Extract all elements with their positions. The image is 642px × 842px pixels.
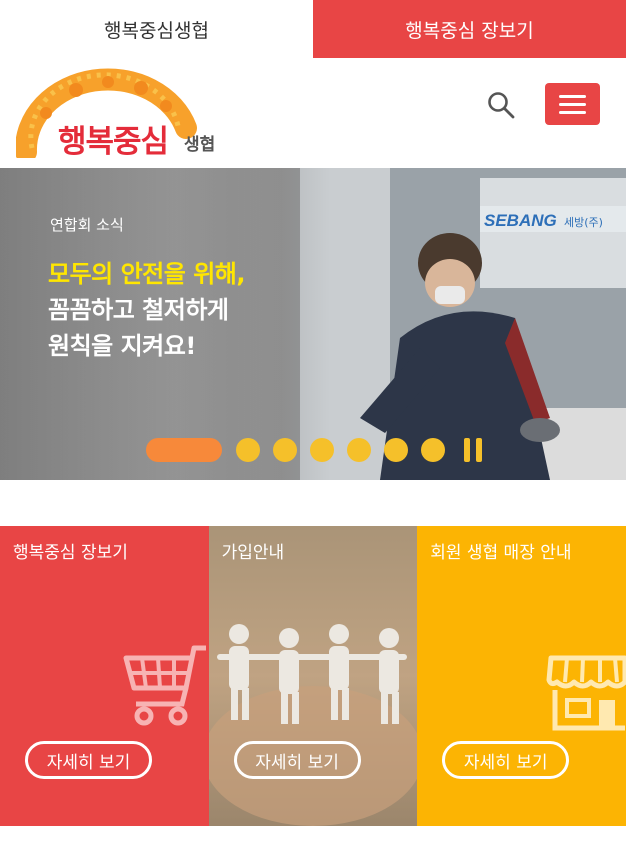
slide-dot[interactable]: [310, 438, 334, 462]
hamburger-menu-icon: [559, 95, 586, 98]
banner-worker-photo: SEBANG 세방(주): [300, 168, 626, 480]
card-shop[interactable]: 행복중심 장보기 자세히 보기: [0, 526, 209, 826]
hamburger-menu-icon: [559, 111, 586, 114]
hamburger-menu-icon: [559, 103, 586, 106]
banner-category: 연합회 소식: [50, 216, 124, 234]
paper-people-image: [208, 526, 418, 826]
slide-dot-active[interactable]: [146, 438, 222, 462]
card-join-detail-button[interactable]: 자세히 보기: [233, 741, 361, 779]
hero-banner[interactable]: SEBANG 세방(주) 연합회 소식 모두의 안전을 위해, 꼼꼼하고 철저하…: [0, 168, 626, 480]
logo-sub-text: 생협: [184, 135, 216, 155]
slide-dot[interactable]: [421, 438, 445, 462]
site-logo[interactable]: 행복중심 생협: [16, 68, 221, 160]
svg-text:세방(주): 세방(주): [564, 216, 603, 229]
slider-pagination: [146, 438, 482, 462]
slide-dot[interactable]: [384, 438, 408, 462]
svg-text:SEBANG: SEBANG: [484, 211, 557, 230]
slide-dot[interactable]: [236, 438, 260, 462]
card-stores-detail-button[interactable]: 자세히 보기: [442, 741, 570, 779]
slide-dot[interactable]: [347, 438, 371, 462]
tab-shop[interactable]: 행복중심 장보기: [313, 0, 626, 58]
banner-headline-1: 모두의 안전을 위해,: [48, 260, 245, 288]
logo-main-text: 행복중심: [58, 124, 169, 160]
shopping-cart-icon: [123, 645, 206, 726]
pause-icon[interactable]: [464, 438, 482, 462]
card-shop-detail-button[interactable]: 자세히 보기: [25, 741, 152, 779]
hamburger-menu-button[interactable]: [545, 83, 600, 125]
card-stores[interactable]: 회원 생협 매장 안내 자세히 보기: [417, 526, 626, 826]
banner-headline-3: 원칙을 지켜요!: [48, 332, 196, 360]
quick-link-cards: 행복중심 장보기 자세히 보기 가입안내 자세히 보기 회원 생협 매장 안내 …: [0, 526, 626, 826]
slide-dot[interactable]: [273, 438, 297, 462]
card-title: 회원 생협 매장 안내: [430, 543, 572, 563]
tab-coop[interactable]: 행복중심생협: [0, 0, 313, 58]
site-header: 행복중심 생협: [0, 58, 626, 168]
card-title: 가입안내: [221, 543, 285, 563]
search-icon: [488, 92, 515, 119]
banner-headline-2: 꼼꼼하고 철저하게: [48, 296, 229, 324]
store-icon: [546, 655, 626, 731]
card-title: 행복중심 장보기: [13, 543, 128, 563]
top-tab-bar: 행복중심생협 행복중심 장보기: [0, 0, 626, 58]
card-join[interactable]: 가입안내 자세히 보기: [208, 526, 418, 826]
search-button[interactable]: [486, 90, 516, 120]
